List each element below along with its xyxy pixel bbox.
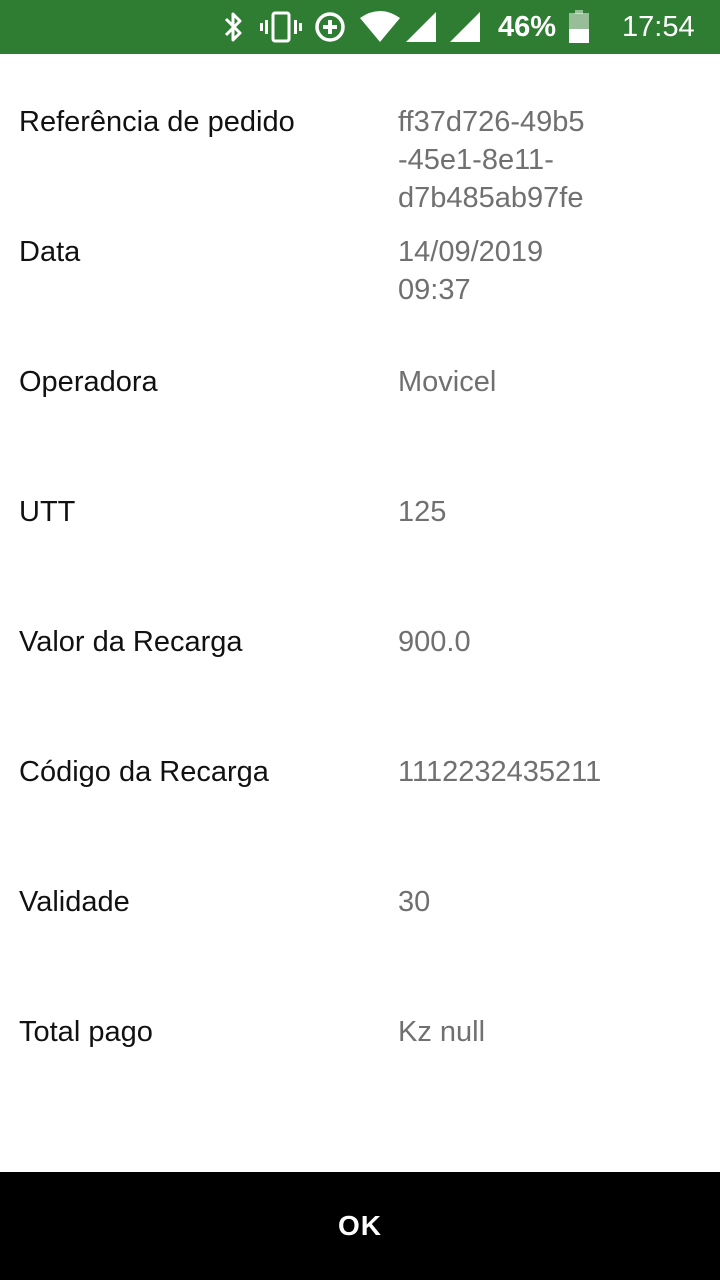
detail-label: Código da Recarga — [19, 756, 269, 788]
detail-value: 14/09/2019 09:37 — [398, 236, 544, 306]
detail-value: Movicel — [398, 366, 497, 398]
detail-label: Data — [19, 236, 81, 268]
detail-value: 1112232435211 — [398, 756, 602, 788]
battery-percent: 46% — [498, 11, 557, 43]
detail-value: 30 — [398, 886, 431, 918]
signal-icon — [404, 10, 438, 44]
detail-value: 125 — [398, 496, 447, 528]
detail-value: 900.0 — [398, 626, 471, 658]
ok-button-label: OK — [338, 1210, 382, 1241]
status-bar: 46% 17:54 — [0, 0, 720, 54]
detail-label: Referência de pedido — [19, 106, 295, 138]
detail-value: ff37d726-49b5 -45e1-8e11- d7b485ab97fe — [398, 106, 585, 214]
detail-label: UTT — [19, 496, 76, 528]
battery-icon — [568, 10, 590, 44]
vibrate-icon — [260, 10, 302, 44]
detail-label: Valor da Recarga — [19, 626, 243, 658]
clock: 17:54 — [622, 11, 695, 43]
detail-label: Operadora — [19, 366, 158, 398]
detail-label: Total pago — [19, 1016, 153, 1048]
detail-value: Kz null — [398, 1016, 486, 1048]
wifi-icon — [360, 10, 400, 44]
detail-label: Validade — [19, 886, 130, 918]
signal-icon — [448, 10, 482, 44]
data-saver-icon — [313, 10, 347, 44]
bluetooth-icon — [222, 10, 246, 44]
ok-button[interactable]: OK — [0, 1172, 720, 1280]
